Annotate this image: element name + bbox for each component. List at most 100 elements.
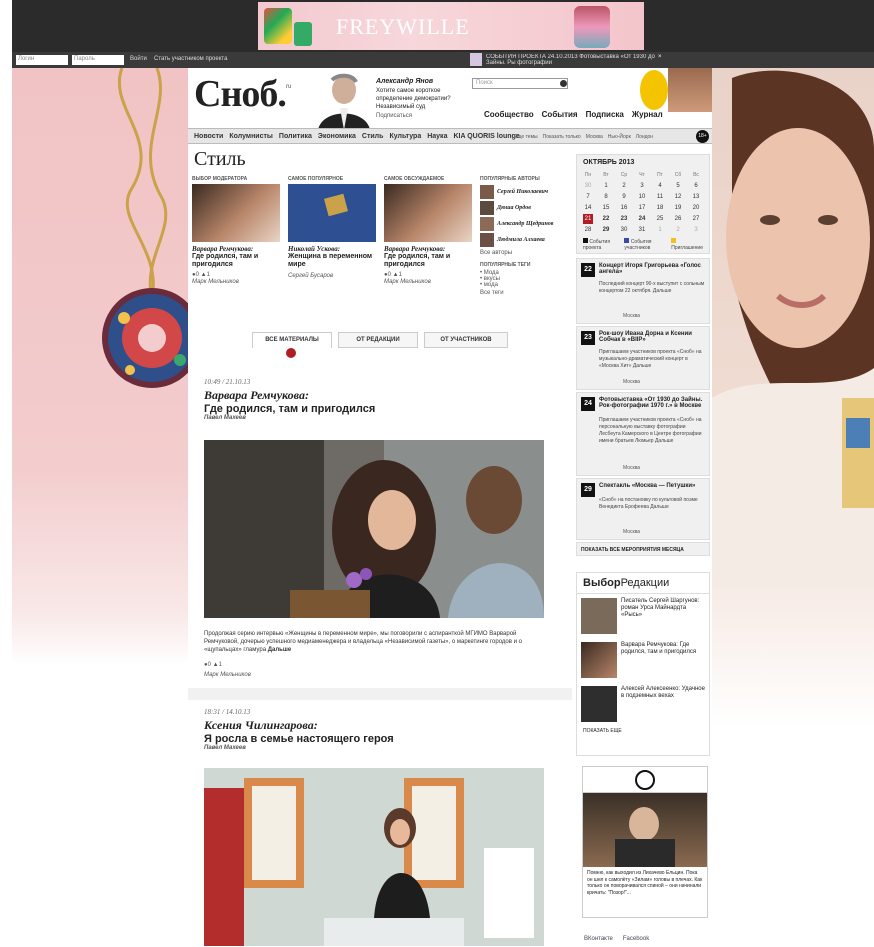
- calendar-day[interactable]: 4: [655, 181, 665, 191]
- login-button[interactable]: Войти: [130, 56, 147, 62]
- card-byline[interactable]: Марк Мельников: [192, 279, 284, 285]
- editors-item[interactable]: Писатель Сергей Шаргунов: роман Урса Май…: [577, 594, 709, 638]
- calendar-day[interactable]: 19: [673, 203, 683, 213]
- city-newyork[interactable]: Нью-Йорк: [608, 134, 631, 140]
- card-byline[interactable]: Марк Мельников: [384, 279, 476, 285]
- article-title[interactable]: Где родился, там и пригодился: [204, 403, 544, 415]
- calendar-day[interactable]: 17: [637, 203, 647, 213]
- card-image[interactable]: [288, 184, 376, 242]
- subnav-style[interactable]: Стиль: [362, 133, 384, 140]
- calendar-day[interactable]: 12: [673, 192, 683, 202]
- article-byline[interactable]: Павел Махеев: [204, 745, 544, 751]
- calendar-day[interactable]: 20: [691, 203, 701, 213]
- nav-magazine[interactable]: Журнал: [632, 110, 663, 119]
- calendar-day[interactable]: 30: [619, 225, 629, 235]
- author-item[interactable]: Сергей Николаевич: [480, 185, 570, 199]
- card-author[interactable]: Варвара Ремчукова:: [384, 245, 476, 253]
- calendar-day[interactable]: 30: [583, 181, 593, 191]
- author-name[interactable]: Дюша Ордов: [497, 205, 531, 211]
- event-item[interactable]: 22 Концерт Игоря Григорьева «Голос ангел…: [576, 258, 710, 324]
- event-item[interactable]: 24 Фотовыставка «От 1930 до Зайны. Рок-ф…: [576, 392, 710, 476]
- article-footer-author[interactable]: Марк Мельников: [204, 672, 251, 678]
- calendar-day[interactable]: 28: [583, 225, 593, 235]
- author-name[interactable]: Сергей Николаевич: [497, 189, 548, 195]
- close-icon[interactable]: ×: [658, 54, 662, 60]
- editors-item-text[interactable]: Алексей Алексеенко: Удачное в подземных …: [621, 686, 705, 722]
- calendar-day[interactable]: 6: [691, 181, 701, 191]
- event-title[interactable]: Фотовыставка «От 1930 до Зайны. Рок-фото…: [599, 397, 707, 409]
- subnav-culture[interactable]: Культура: [389, 133, 421, 140]
- author-name[interactable]: Александр Щедринов: [497, 221, 553, 227]
- right-ad-background[interactable]: [712, 68, 874, 947]
- calendar-day[interactable]: 25: [655, 214, 665, 224]
- city-moscow[interactable]: Москва: [586, 134, 603, 140]
- editors-item-image[interactable]: [581, 598, 617, 634]
- search-icon[interactable]: [560, 80, 567, 87]
- featured-card[interactable]: ВЫБОР МОДЕРАТОРА Варвара Ремчукова: Где …: [192, 176, 284, 285]
- magazine-cover[interactable]: [668, 68, 712, 112]
- all-events-link[interactable]: ПОКАЗАТЬ ВСЕ МЕРОПРИЯТИЯ МЕСЯЦА: [576, 542, 710, 556]
- subnav-economy[interactable]: Экономика: [318, 133, 356, 140]
- calendar-day[interactable]: 23: [619, 214, 629, 224]
- calendar-day[interactable]: 22: [601, 214, 611, 224]
- calendar-day[interactable]: 18: [655, 203, 665, 213]
- article-byline[interactable]: Павел Махеев: [204, 415, 544, 421]
- read-more-link[interactable]: Дальше: [268, 647, 291, 653]
- promo-subscribe-link[interactable]: Подписаться: [376, 113, 464, 119]
- nav-subscription[interactable]: Подписка: [586, 110, 624, 119]
- article-author[interactable]: Ксения Чилингарова:: [204, 718, 544, 733]
- calendar-day[interactable]: 3: [637, 181, 647, 191]
- card-image[interactable]: [192, 184, 280, 242]
- calendar-day[interactable]: 7: [583, 192, 593, 202]
- city-london[interactable]: Лондон: [636, 134, 653, 140]
- editors-item[interactable]: Алексей Алексеенко: Удачное в подземных …: [577, 682, 709, 726]
- more-topics-link[interactable]: Еще темы: [514, 134, 538, 140]
- calendar-day[interactable]: 14: [583, 203, 593, 213]
- event-item[interactable]: 29 Спектакль «Москва — Петушки» «Сноб» н…: [576, 478, 710, 540]
- author-name[interactable]: Людмила Алхаева: [497, 237, 545, 243]
- calendar-day[interactable]: 2: [673, 225, 683, 235]
- author-item[interactable]: Александр Щедринов: [480, 217, 570, 231]
- tag-text[interactable]: мода: [484, 282, 498, 288]
- all-tags-link[interactable]: Все теги: [480, 290, 570, 296]
- editors-item-text[interactable]: Писатель Сергей Шаргунов: роман Урса Май…: [621, 598, 705, 634]
- login-input[interactable]: Логин: [16, 55, 68, 65]
- author-item[interactable]: Людмила Алхаева: [480, 233, 570, 247]
- event-notice[interactable]: СОБЫТИЯ ПРОЕКТА 24.10.2013 Фотовыставка …: [486, 54, 656, 66]
- tab-all[interactable]: ВСЕ МАТЕРИАЛЫ: [252, 332, 332, 348]
- calendar-day[interactable]: 13: [691, 192, 701, 202]
- tag-link[interactable]: • мода: [480, 282, 570, 288]
- card-title[interactable]: Женщина в переменном мире: [288, 253, 380, 269]
- tab-editorial[interactable]: ОТ РЕДАКЦИИ: [338, 332, 418, 348]
- article-author[interactable]: Варвара Ремчукова:: [204, 388, 544, 403]
- calendar-day[interactable]: 1: [655, 225, 665, 235]
- editors-item-image[interactable]: [581, 686, 617, 722]
- calendar-day[interactable]: 2: [619, 181, 629, 191]
- editors-more-link[interactable]: ПОКАЗАТЬ ЕЩЕ: [577, 726, 709, 736]
- calendar-day[interactable]: 5: [673, 181, 683, 191]
- calendar-day[interactable]: 11: [655, 192, 665, 202]
- quote-image[interactable]: [583, 793, 707, 867]
- nav-events[interactable]: События: [542, 110, 578, 119]
- editors-item[interactable]: Варвара Ремчукова: Где родился, там и пр…: [577, 638, 709, 682]
- vk-link[interactable]: ВКонтакте: [584, 936, 613, 942]
- author-item[interactable]: Дюша Ордов: [480, 201, 570, 215]
- event-item[interactable]: 23 Рок-шоу Ивана Дорна и Ксении Собчак в…: [576, 326, 710, 390]
- featured-card[interactable]: САМОЕ ПОПУЛЯРНОЕ Николай Ускова: Женщина…: [288, 176, 380, 279]
- calendar-day[interactable]: 26: [673, 214, 683, 224]
- subnav-kia-lounge[interactable]: KIA QUORIS lounge: [453, 133, 519, 140]
- subnav-news[interactable]: Новости: [194, 133, 223, 140]
- calendar-day[interactable]: 1: [601, 181, 611, 191]
- card-author[interactable]: Николай Ускова:: [288, 245, 380, 253]
- calendar-day[interactable]: 10: [637, 192, 647, 202]
- calendar-day[interactable]: 21: [583, 214, 593, 224]
- quote-widget[interactable]: Помню, как выходил из Лихачево Ельцин. П…: [582, 766, 708, 918]
- calendar-day[interactable]: 31: [637, 225, 647, 235]
- card-title[interactable]: Где родился, там и пригодился: [384, 253, 476, 269]
- site-logo[interactable]: Сноб.: [194, 74, 287, 114]
- editors-item-image[interactable]: [581, 642, 617, 678]
- event-title[interactable]: Спектакль «Москва — Петушки»: [599, 483, 707, 489]
- subnav-columnists[interactable]: Колумнисты: [229, 133, 273, 140]
- event-title[interactable]: Концерт Игоря Григорьева «Голос ангела»: [599, 263, 707, 275]
- banner-ad[interactable]: FREYWILLE: [258, 2, 644, 50]
